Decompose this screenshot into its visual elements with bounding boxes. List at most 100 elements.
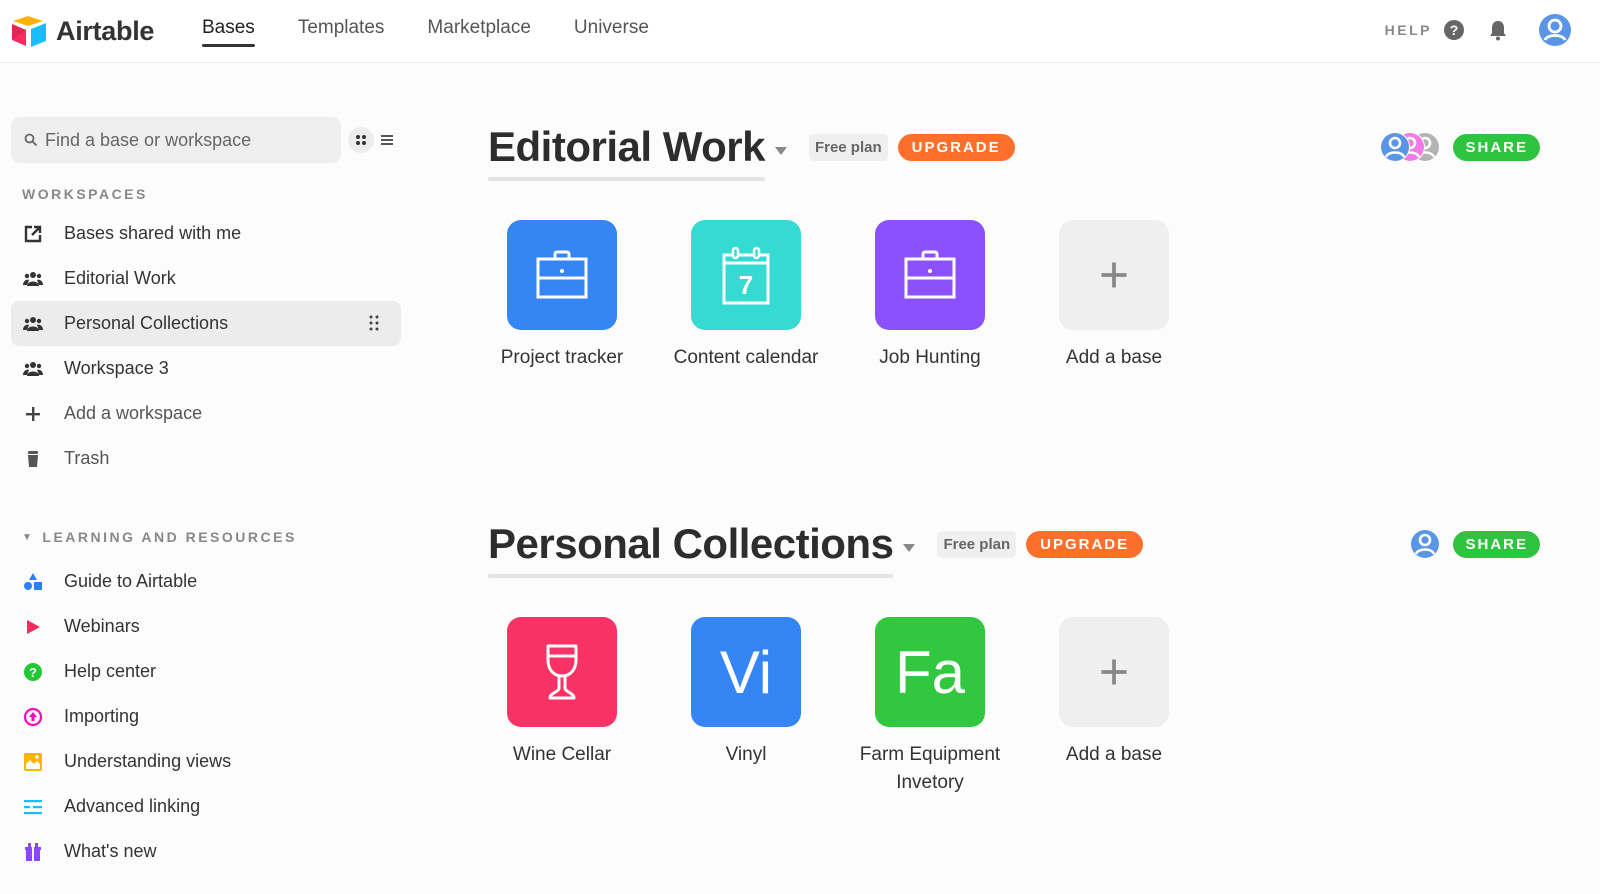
base-name: Vinyl [725, 744, 767, 765]
calendar-icon: 7 [722, 246, 770, 305]
sliders-icon [22, 796, 44, 818]
base-card-farm-equipment[interactable]: Fa Farm Equipment Invetory [838, 617, 1022, 797]
search-input[interactable] [45, 129, 325, 151]
base-tile[interactable] [507, 220, 617, 330]
sidebar-item-whats-new[interactable]: What's new [11, 829, 401, 874]
plus-icon [1101, 262, 1127, 288]
base-tile[interactable]: 7 [691, 220, 801, 330]
base-initials[interactable]: Vi [691, 617, 801, 727]
sidebar-item-label: Trash [64, 448, 110, 468]
app-name: Airtable [56, 15, 155, 46]
workspace-title[interactable]: Editorial Work [488, 123, 765, 181]
question-circle-icon: ? [22, 661, 44, 683]
briefcase-icon [904, 250, 956, 299]
base-card-job-hunting[interactable]: Job Hunting [838, 220, 1022, 372]
sidebar-item-workspace-3[interactable]: Workspace 3 [11, 346, 401, 391]
sidebar-item-trash[interactable]: Trash [11, 436, 401, 481]
add-base-button[interactable]: Add a base [1022, 220, 1206, 372]
caret-down-icon: ▼ [22, 531, 35, 543]
base-initials[interactable]: Fa [875, 617, 985, 727]
collaborator-avatars[interactable] [1409, 528, 1441, 560]
add-base-button[interactable]: Add a base [1022, 617, 1206, 797]
group-icon [22, 313, 44, 335]
sidebar-item-editorial-work[interactable]: Editorial Work [11, 256, 401, 301]
sidebar: WORKSPACES Bases shared with me Editoria… [0, 63, 410, 894]
base-card-project-tracker[interactable]: Project tracker [470, 220, 654, 372]
play-icon [22, 616, 44, 638]
help-link[interactable]: HELP [1385, 22, 1432, 38]
list-view-toggle[interactable] [380, 130, 394, 150]
sidebar-item-help-center[interactable]: ? Help center [11, 649, 401, 694]
sidebar-item-bases-shared[interactable]: Bases shared with me [11, 211, 401, 256]
nav-bases[interactable]: Bases [202, 17, 255, 47]
sidebar-item-advanced-linking[interactable]: Advanced linking [11, 784, 401, 829]
base-card-content-calendar[interactable]: 7 Content calendar [654, 220, 838, 372]
base-card-wine-cellar[interactable]: Wine Cellar [470, 617, 654, 797]
wine-glass-icon [546, 644, 578, 700]
base-name: Job Hunting [879, 347, 981, 368]
sidebar-item-personal-collections[interactable]: Personal Collections [11, 301, 401, 346]
sidebar-item-label: Guide to Airtable [64, 571, 198, 591]
sidebar-item-label: Add a workspace [64, 403, 203, 423]
base-tile[interactable] [507, 617, 617, 727]
grid-view-toggle[interactable] [348, 127, 374, 153]
workspace-actions: SHARE [1409, 528, 1540, 560]
share-button[interactable]: SHARE [1453, 530, 1540, 558]
search-icon [24, 133, 38, 147]
sidebar-item-importing[interactable]: Importing [11, 694, 401, 739]
resources-heading[interactable]: ▼ LEARNING AND RESOURCES [22, 529, 297, 545]
base-tile[interactable] [1059, 220, 1169, 330]
upgrade-button[interactable]: UPGRADE [897, 133, 1015, 161]
plan-badge: Free plan [937, 530, 1017, 558]
svg-text:?: ? [29, 665, 37, 680]
gift-icon [22, 841, 44, 863]
sidebar-item-label: Advanced linking [64, 796, 201, 816]
workspace-title[interactable]: Personal Collections [488, 520, 894, 578]
nav-marketplace[interactable]: Marketplace [427, 17, 531, 47]
share-button[interactable]: SHARE [1453, 133, 1540, 161]
base-name: Wine Cellar [512, 744, 612, 765]
caret-down-icon[interactable] [903, 544, 916, 552]
search-box[interactable] [11, 117, 341, 163]
collaborator-avatar-icon [1380, 132, 1411, 162]
base-card-vinyl[interactable]: Vi Vinyl [654, 617, 838, 797]
sidebar-item-guide[interactable]: Guide to Airtable [11, 559, 401, 604]
question-circle-icon[interactable]: ? [1444, 20, 1464, 40]
workspaces-heading: WORKSPACES [22, 186, 148, 202]
collaborator-avatars[interactable] [1379, 131, 1441, 163]
base-name: Content calendar [673, 347, 819, 368]
image-icon [22, 751, 44, 773]
top-bar: Airtable Bases Templates Marketplace Uni… [0, 0, 1600, 63]
airtable-logo-icon [12, 16, 46, 47]
base-name: Farm Equipment Invetory [859, 744, 1001, 793]
sidebar-item-label: Importing [64, 706, 140, 726]
calendar-day: 7 [739, 270, 753, 300]
nav-universe[interactable]: Universe [574, 17, 649, 47]
user-avatar-icon[interactable] [1538, 13, 1572, 47]
base-tile[interactable] [1059, 617, 1169, 727]
sidebar-item-label: Editorial Work [64, 268, 176, 288]
shapes-icon [22, 571, 44, 593]
bell-icon[interactable] [1488, 19, 1508, 41]
base-tile[interactable] [875, 220, 985, 330]
sidebar-item-webinars[interactable]: Webinars [11, 604, 401, 649]
collaborator-avatar-icon [1410, 132, 1441, 162]
sidebar-item-label: Help center [64, 661, 157, 681]
sidebar-item-label: What's new [64, 841, 157, 861]
workspace-section-editorial-work: Editorial Work Free plan UPGRADE SHARE P… [488, 117, 1600, 368]
sidebar-item-add-workspace[interactable]: Add a workspace [11, 391, 401, 436]
drag-handle-icon[interactable] [369, 315, 379, 331]
plus-icon [1101, 659, 1127, 685]
top-right-actions: HELP ? [1385, 13, 1572, 47]
shared-link-icon [22, 223, 44, 245]
sidebar-item-understanding-views[interactable]: Understanding views [11, 739, 401, 784]
plus-icon [22, 403, 44, 425]
caret-down-icon[interactable] [774, 147, 787, 155]
plan-badge: Free plan [808, 133, 888, 161]
sidebar-item-label: Webinars [64, 616, 140, 636]
base-name: Add a base [1065, 744, 1163, 765]
upgrade-button[interactable]: UPGRADE [1026, 530, 1144, 558]
nav-templates[interactable]: Templates [298, 17, 385, 47]
list-icon [381, 135, 393, 145]
airtable-logo[interactable]: Airtable [10, 14, 154, 48]
